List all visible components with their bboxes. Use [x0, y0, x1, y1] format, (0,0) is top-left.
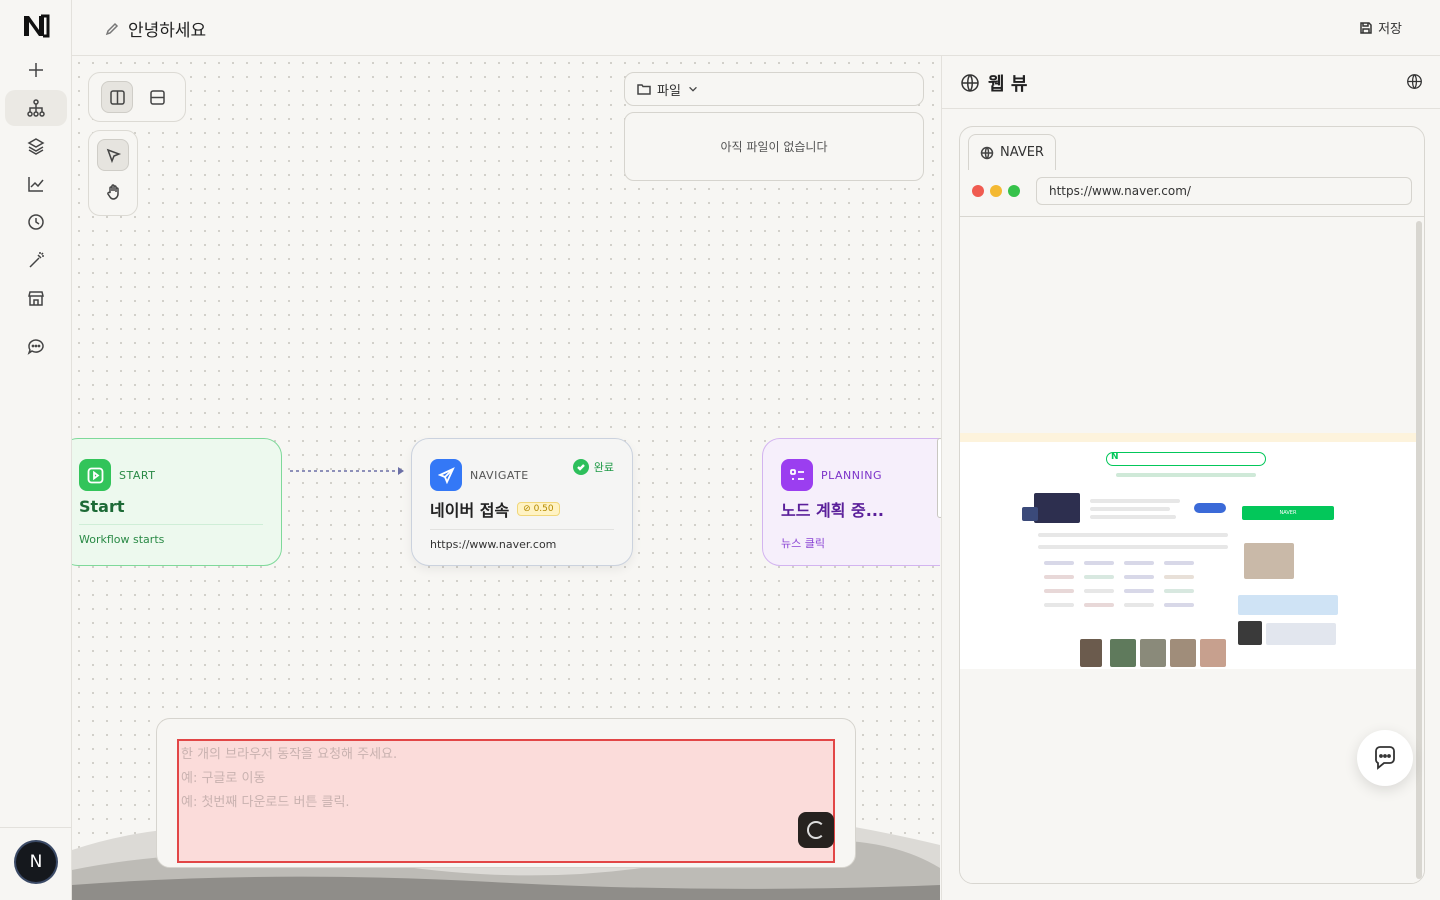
browser-tab[interactable]: NAVER: [968, 134, 1056, 170]
hand-icon: [106, 183, 119, 200]
node-status-text: 완료: [593, 461, 614, 474]
node-type: PLANNING: [821, 468, 882, 482]
plus-icon: [29, 63, 43, 77]
layers-icon: [27, 138, 45, 155]
node-name: Start: [79, 497, 125, 516]
node-subtitle: https://www.naver.com: [430, 538, 557, 551]
window-controls: [972, 185, 1020, 197]
magic-button[interactable]: [5, 242, 67, 278]
globe-icon: [1407, 74, 1422, 89]
send-button[interactable]: [798, 812, 834, 848]
layout-split-horizontal-button[interactable]: [141, 81, 173, 113]
chat-bubble-icon: [1375, 746, 1395, 770]
workflow-icon: [27, 99, 45, 117]
layout-split-vertical-button[interactable]: [101, 81, 133, 113]
globe-icon: [980, 146, 994, 159]
naver-logo-icon: N: [1111, 452, 1119, 462]
list-icon: [781, 459, 813, 491]
canvas-tool-group: [88, 130, 138, 216]
top-bar: 안녕하세요 저장: [72, 0, 1440, 56]
node-type: NAVIGATE: [470, 468, 529, 482]
app-logo-icon[interactable]: [22, 14, 50, 38]
sidebar-divider: [0, 827, 72, 828]
select-tool-button[interactable]: [97, 139, 129, 171]
send-icon: [430, 459, 462, 491]
clock-icon: [28, 214, 44, 230]
history-button[interactable]: [5, 204, 67, 240]
check-icon: [572, 459, 589, 475]
workflow-canvas[interactable]: 파일 아직 파일이 없습니다 START Start Workflow star…: [72, 56, 940, 900]
node-start[interactable]: START Start Workflow starts: [72, 438, 282, 566]
minimize-dot-icon[interactable]: [990, 185, 1002, 197]
file-list-empty: 아직 파일이 없습니다: [624, 112, 924, 181]
viewport-scrollbar[interactable]: [1416, 221, 1422, 879]
node-subtitle: 뉴스 클릭: [781, 537, 825, 550]
open-browser-button[interactable]: [1406, 73, 1423, 94]
play-icon: [79, 459, 111, 491]
chevron-down-icon: [689, 86, 697, 92]
avatar-letter: N: [29, 852, 43, 872]
node-navigate[interactable]: NAVIGATE 완료 네이버 접속 ⊘ 0.50 https://www.na…: [411, 438, 633, 566]
file-dropdown[interactable]: 파일: [624, 72, 924, 106]
prompt-input[interactable]: [177, 739, 835, 863]
pencil-icon: [105, 22, 119, 35]
node-planning[interactable]: PLANNING 노드 계획 중... 뉴스 클릭: [762, 438, 940, 566]
analytics-button[interactable]: [5, 166, 67, 202]
store-button[interactable]: [5, 280, 67, 316]
node-type: START: [119, 468, 156, 482]
layers-button[interactable]: [5, 128, 67, 164]
save-label: 저장: [1378, 22, 1402, 37]
node-cost-badge: ⊘ 0.50: [517, 502, 560, 516]
chart-icon: [28, 177, 44, 192]
columns-icon: [109, 89, 125, 105]
node-divider: [430, 529, 614, 530]
save-icon: [1360, 21, 1372, 34]
chat-assistant-button[interactable]: [1357, 730, 1413, 786]
prompt-panel: [156, 718, 856, 868]
globe-icon: [961, 74, 979, 92]
chat-button[interactable]: [5, 328, 67, 364]
workflow-title-text: 안녕하세요: [128, 21, 207, 41]
node-status: 완료: [572, 459, 614, 475]
rows-icon: [149, 89, 165, 105]
browser-frame: NAVER https://www.naver.com/ N NAVER: [959, 126, 1425, 884]
browser-viewport[interactable]: N NAVER: [960, 216, 1424, 883]
node-cost-value: 0.50: [533, 504, 554, 514]
naver-search-box: N: [1106, 452, 1266, 466]
web-view-header: 웹 뷰: [942, 56, 1440, 109]
node-name: 노드 계획 중...: [781, 501, 884, 520]
node-name: 네이버 접속: [430, 501, 510, 520]
workflow-button[interactable]: [5, 90, 67, 126]
cursor-icon: [106, 148, 121, 163]
file-empty-text: 아직 파일이 없습니다: [720, 140, 828, 154]
layout-toggle-group: [88, 72, 186, 122]
avatar[interactable]: N: [16, 842, 56, 882]
loading-spinner-icon: [807, 821, 825, 839]
maximize-dot-icon[interactable]: [1008, 185, 1020, 197]
magic-wand-icon: [29, 252, 44, 268]
file-dropdown-label: 파일: [657, 83, 681, 99]
address-bar-url: https://www.naver.com/: [1049, 184, 1191, 198]
page-screenshot: N NAVER: [960, 433, 1416, 669]
naver-login-button: NAVER: [1242, 506, 1334, 520]
node-divider: [79, 524, 263, 525]
chat-icon: [27, 339, 44, 355]
edge-start-to-navigate: [290, 467, 404, 475]
left-sidebar: N: [0, 0, 72, 900]
folder-icon: [637, 84, 651, 95]
new-workflow-button[interactable]: [5, 52, 67, 88]
save-button[interactable]: 저장: [1359, 18, 1402, 37]
node-subtitle: Workflow starts: [79, 533, 165, 546]
browser-tab-label: NAVER: [1000, 145, 1044, 160]
store-icon: [28, 291, 44, 306]
close-dot-icon[interactable]: [972, 185, 984, 197]
workflow-title[interactable]: 안녕하세요: [104, 16, 206, 41]
web-view-title: 웹 뷰: [988, 74, 1028, 95]
pan-tool-button[interactable]: [97, 175, 129, 207]
address-bar[interactable]: https://www.naver.com/: [1036, 177, 1412, 205]
page-top-banner: [960, 433, 1416, 442]
